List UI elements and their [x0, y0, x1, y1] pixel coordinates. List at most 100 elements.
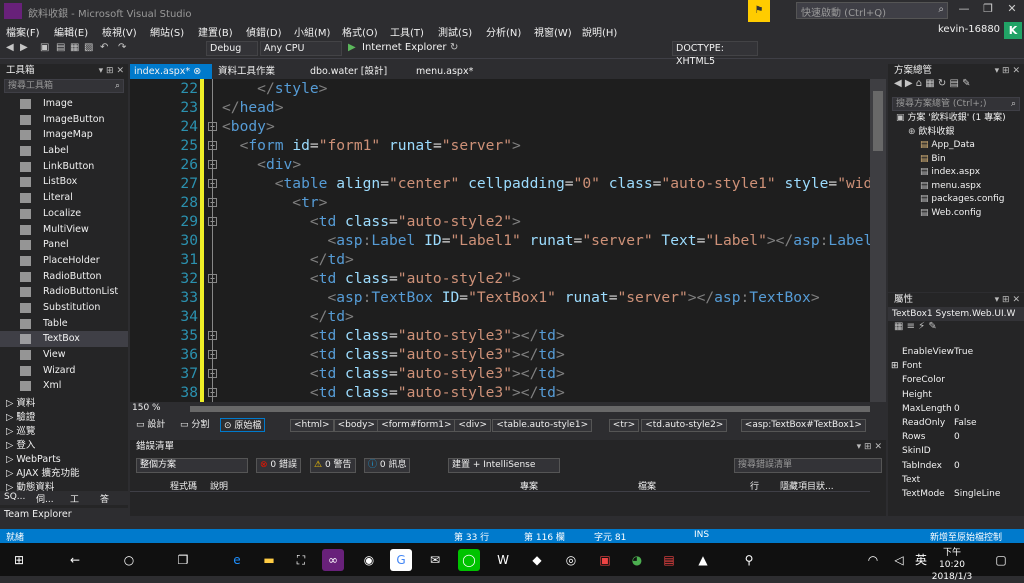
code-line[interactable]: 32 <td class="auto-style2">− [130, 269, 870, 288]
code-line[interactable]: 29 <td class="auto-style2">− [130, 212, 870, 231]
toolbox-bottom-tab[interactable]: 工 [70, 492, 79, 505]
error-column-header[interactable]: 說明 [210, 479, 228, 492]
visual-studio-taskbar-icon[interactable]: ∞ [322, 549, 344, 571]
back-icon[interactable]: ◀ [6, 42, 14, 53]
property-value[interactable]: 0 [954, 459, 960, 473]
doctype-select[interactable]: DOCTYPE: XHTML5 [672, 41, 758, 67]
source-view-tab[interactable]: ⊙ 原始檔 [220, 418, 266, 432]
solution-tree-item[interactable]: ▤ App_Data [888, 139, 1024, 153]
toolbox-item[interactable]: Xml [0, 378, 128, 394]
toolbox-item[interactable]: Substitution [0, 300, 128, 316]
code-line[interactable]: 23 </head> [130, 98, 870, 117]
toolbox-group[interactable]: ▷ AJAX 擴充功能 [0, 467, 128, 481]
word-icon[interactable]: W [492, 549, 514, 571]
code-line[interactable]: 31 </td> [130, 250, 870, 269]
code-line[interactable]: 22 </style> [130, 79, 870, 98]
breadcrumb-item[interactable]: <tr> [608, 419, 640, 432]
code-line[interactable]: 25 <form id="form1" runat="server">− [130, 136, 870, 155]
code-editor[interactable]: 22 </style>23</head>24<body>−25 <form id… [130, 79, 870, 402]
build-filter-select[interactable]: 建置 + IntelliSense [448, 458, 560, 473]
chrome-icon[interactable]: ◕ [626, 549, 648, 571]
toolbox-item[interactable]: Image [0, 96, 128, 112]
toolbox-item[interactable]: Wizard [0, 363, 128, 379]
toolbox-item[interactable]: View [0, 347, 128, 363]
breadcrumb-item[interactable]: <div> [454, 419, 492, 432]
code-line[interactable]: 26 <div>− [130, 155, 870, 174]
open-icon[interactable]: ▤ [56, 42, 65, 53]
warnings-filter-button[interactable]: ⚠ 0 警告 [310, 458, 356, 473]
toolbox-bottom-tab[interactable]: 伺... [36, 492, 54, 505]
property-value[interactable]: True [954, 345, 973, 359]
solution-tree-item[interactable]: ▤ Bin [888, 153, 1024, 167]
panel-controls-icon[interactable]: ▾ ⊞ ✕ [995, 293, 1020, 307]
menu-item[interactable]: 編輯(E) [54, 24, 88, 39]
quick-launch-input[interactable]: 快速啟動 (Ctrl+Q) ⌕ [796, 2, 948, 19]
doc-tab[interactable]: 資料工具作業 [214, 64, 304, 79]
error-column-header[interactable]: 檔案 [638, 479, 656, 492]
messages-filter-button[interactable]: ⓘ 0 訊息 [364, 458, 411, 473]
code-line[interactable]: 37 <td class="auto-style3"></td>− [130, 364, 870, 383]
toolbox-group[interactable]: ▷ 驗證 [0, 411, 128, 425]
property-row[interactable]: Height [888, 388, 1024, 402]
toolbox-item[interactable]: LinkButton [0, 159, 128, 175]
property-value[interactable]: 0 [954, 430, 960, 444]
code-line[interactable]: 35 <td class="auto-style3"></td>− [130, 326, 870, 345]
menu-item[interactable]: 格式(O) [342, 24, 378, 39]
editor-vertical-scrollbar[interactable] [870, 79, 886, 402]
breadcrumb-item[interactable]: <form#form1> [377, 419, 456, 432]
doc-tab[interactable]: dbo.water [設計] [306, 64, 410, 79]
toolbox-item[interactable]: ListBox [0, 174, 128, 190]
notification-flag-icon[interactable]: ⚑ [748, 0, 770, 22]
code-line[interactable]: 36 <td class="auto-style3"></td>− [130, 345, 870, 364]
toolbox-item[interactable]: TextBox [0, 331, 128, 347]
menu-item[interactable]: 工具(T) [390, 24, 424, 39]
toolbox-item[interactable]: RadioButton [0, 269, 128, 285]
close-button[interactable]: ✕ [1000, 2, 1024, 19]
toolbox-item[interactable]: RadioButtonList [0, 284, 128, 300]
property-row[interactable]: EnableView True [888, 345, 1024, 359]
scroll-thumb[interactable] [873, 91, 883, 151]
property-row[interactable]: Text [888, 473, 1024, 487]
panel-controls-icon[interactable]: ▾ ⊞ ✕ [99, 64, 124, 78]
editor-horizontal-scrollbar[interactable]: 150 % [130, 402, 886, 416]
property-row[interactable]: TabIndex 0 [888, 459, 1024, 473]
menu-item[interactable]: 偵錯(D) [246, 24, 282, 39]
start-icon[interactable]: ⊞ [8, 549, 30, 571]
toolbox-item[interactable]: Localize [0, 206, 128, 222]
solution-tree-item[interactable]: ▤ packages.config [888, 193, 1024, 207]
hscroll-thumb[interactable] [190, 406, 870, 412]
solution-tree-item[interactable]: ▤ Web.config [888, 207, 1024, 221]
edge-icon[interactable]: e [226, 549, 248, 571]
toolbox-item[interactable]: MultiView [0, 222, 128, 238]
error-search-input[interactable]: 搜尋錯誤清單 [734, 458, 882, 473]
back-icon[interactable]: ← [64, 549, 86, 571]
line-icon[interactable]: ◯ [458, 549, 480, 571]
menu-item[interactable]: 檢視(V) [102, 24, 137, 39]
panel-controls-icon[interactable]: ▾ ⊞ ✕ [857, 440, 882, 454]
toolbox-item[interactable]: Table [0, 316, 128, 332]
minimize-button[interactable]: — [952, 2, 976, 19]
toolbox-item[interactable]: Panel [0, 237, 128, 253]
ime-indicator[interactable]: 英 [910, 549, 932, 571]
toolbox-item[interactable]: ImageButton [0, 112, 128, 128]
app-icon-3[interactable]: ◎ [560, 549, 582, 571]
property-row[interactable]: SkinID [888, 444, 1024, 458]
store-icon[interactable]: ⛶ [290, 549, 312, 571]
toolbox-search-input[interactable]: 搜尋工具箱 ⌕ [4, 79, 124, 93]
property-row[interactable]: ⊞ Font [888, 359, 1024, 373]
solution-search-input[interactable]: 搜尋方案總管 (Ctrl+;) ⌕ [892, 97, 1020, 111]
task-view-icon[interactable]: ❐ [172, 549, 194, 571]
source-control-button[interactable]: 新增至原始檔控制 [930, 530, 1002, 543]
app-icon-2[interactable]: ◆ [526, 549, 548, 571]
code-line[interactable]: 33 <asp:TextBox ID="TextBox1" runat="ser… [130, 288, 870, 307]
user-name[interactable]: kevin-16880 [938, 24, 1000, 35]
error-column-header[interactable]: 程式碼 [170, 479, 197, 492]
configuration-select[interactable]: Debug [206, 41, 258, 56]
platform-select[interactable]: Any CPU [260, 41, 342, 56]
code-line[interactable]: 24<body>− [130, 117, 870, 136]
property-value[interactable]: SingleLine [954, 487, 1000, 501]
menu-item[interactable]: 建置(B) [198, 24, 233, 39]
code-line[interactable]: 38 <td class="auto-style3"></td>− [130, 383, 870, 402]
toolbox-group[interactable]: ▷ 登入 [0, 439, 128, 453]
doc-tab[interactable]: menu.aspx* [412, 64, 502, 79]
